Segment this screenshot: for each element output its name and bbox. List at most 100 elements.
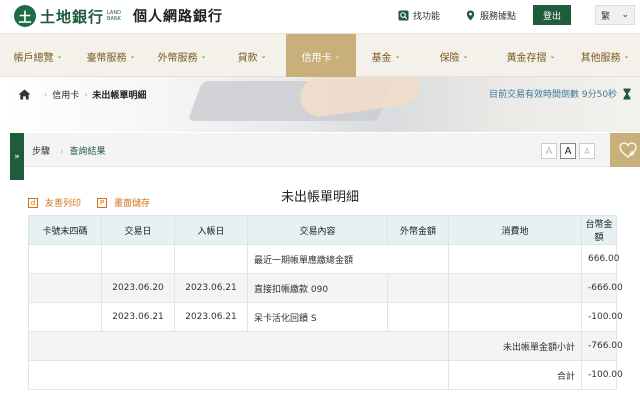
cell-twd-amount: -100.00 — [581, 302, 623, 332]
nav-label: 貸款 — [237, 52, 258, 64]
nav-label: 保險 — [439, 52, 460, 64]
table-row: 最近一期帳單應繳總金額 666.00 — [28, 244, 620, 274]
home-icon[interactable] — [18, 89, 31, 100]
cell-txn-date: 2023.06.21 — [101, 302, 175, 332]
session-timer: 目前交易有效時間倒數 9分50秒 — [489, 87, 631, 100]
step-current-label: 查詢結果 — [69, 147, 106, 157]
step-toggle-button[interactable]: » — [10, 133, 24, 180]
chevron-down-icon: ⌄ — [56, 52, 63, 60]
step-bar: » 步驟 › 查詢結果 A A A — [10, 133, 640, 180]
nav-label: 信用卡 — [301, 52, 332, 64]
main-nav: 帳戶總覽 ⌄ 臺幣服務 ⌄ 外幣服務 ⌄ 貸款 ⌄ 信用卡 ⌄ 基金 ⌄ 保險 ⌄ 黃金存摺 ⌄… — [0, 33, 640, 78]
bank-name: 土地銀行 — [40, 7, 105, 26]
cell-txn-date — [101, 244, 175, 274]
page-title: 未出帳單明細 — [280, 190, 359, 205]
save-label: 畫面儲存 — [114, 199, 151, 209]
breadcrumb: › 信用卡 › 未出帳單明細 — [18, 88, 146, 101]
logo-mark-icon: 土 — [14, 5, 36, 27]
cell-fx-amount — [387, 273, 449, 303]
cell-card — [28, 273, 102, 303]
location-pin-icon — [466, 10, 475, 21]
breadcrumb-item-current: 未出帳單明細 — [92, 91, 147, 101]
cell-description: 呆卡活化回饋 S — [247, 302, 388, 332]
cell-txn-date: 2023.06.20 — [101, 273, 175, 303]
nav-item-other-services[interactable]: 其他服務 ⌄ — [570, 34, 640, 78]
subtotal-value: -766.00 — [581, 331, 623, 361]
chevron-down-icon: ⌄ — [621, 10, 629, 20]
nav-item-accounts[interactable]: 帳戶總覽 ⌄ — [0, 34, 76, 78]
add-favorite-button[interactable] — [610, 133, 640, 167]
font-size-small-button[interactable]: A — [541, 143, 557, 159]
nav-label: 黃金存摺 — [506, 52, 547, 64]
save-screen-button[interactable]: P 畫面儲存 — [97, 196, 150, 209]
cell-post-date — [174, 244, 248, 274]
print-label: 友善列印 — [45, 199, 82, 209]
nav-item-gold-passbook[interactable]: 黃金存摺 ⌄ — [492, 34, 570, 78]
service-locations-link[interactable]: 服務據點 — [465, 9, 516, 22]
total-label: 合計 — [448, 360, 582, 390]
cell-description: 直接扣帳繳款 090 — [247, 273, 388, 303]
nav-label: 外幣服務 — [157, 52, 198, 64]
subtotal-label: 未出帳單金額小計 — [448, 331, 582, 361]
chevron-down-icon: ⌄ — [200, 52, 207, 60]
language-select[interactable]: 繁 ⌄ — [595, 5, 635, 25]
font-size-medium-button[interactable]: A — [560, 143, 576, 159]
nav-item-loans[interactable]: 貸款 ⌄ — [218, 34, 286, 78]
col-header-description: 交易內容 — [247, 215, 388, 245]
heart-plus-icon — [618, 142, 637, 158]
table-row: 2023.06.20 2023.06.21 直接扣帳繳款 090 -666.00 — [28, 273, 623, 303]
session-timer-text: 目前交易有效時間倒數 9分50秒 — [489, 90, 618, 100]
subtotal-spacer — [28, 331, 449, 361]
site-name: 個人網路銀行 — [133, 9, 224, 25]
bank-name-en: LAND BANK — [107, 10, 121, 22]
total-row: 合計 -100.00 — [28, 360, 623, 390]
col-header-fx-amount: 外幣金額 — [387, 215, 449, 245]
nav-item-credit-card[interactable]: 信用卡 ⌄ — [286, 34, 356, 78]
chevron-down-icon: ⌄ — [334, 52, 341, 60]
breadcrumb-separator: › — [44, 90, 48, 99]
hero-banner — [0, 77, 640, 132]
step-label: 步驟 — [32, 147, 51, 157]
chevron-down-icon: ⌄ — [394, 52, 401, 60]
bank-logo[interactable]: 土 土地銀行 LAND BANK 個人網路銀行 — [14, 5, 223, 27]
col-header-txn-date: 交易日 — [101, 215, 175, 245]
service-locations-label: 服務據點 — [480, 12, 517, 22]
nav-label: 帳戶總覽 — [13, 52, 54, 64]
breadcrumb-item-credit-card[interactable]: 信用卡 — [52, 88, 79, 101]
cell-place — [448, 302, 582, 332]
nav-item-twd-services[interactable]: 臺幣服務 ⌄ — [76, 34, 146, 78]
language-value: 繁 — [601, 11, 611, 22]
cell-place — [448, 273, 582, 303]
nav-label: 基金 — [371, 52, 392, 64]
nav-item-insurance[interactable]: 保險 ⌄ — [416, 34, 492, 78]
nav-item-fx-services[interactable]: 外幣服務 ⌄ — [146, 34, 218, 78]
col-header-post-date: 入帳日 — [174, 215, 248, 245]
font-size-large-button[interactable]: A — [579, 143, 595, 159]
cell-post-date: 2023.06.21 — [174, 273, 248, 303]
hourglass-icon — [623, 88, 631, 99]
chevron-down-icon: ⌄ — [623, 52, 630, 60]
cell-post-date: 2023.06.21 — [174, 302, 248, 332]
table-row: 2023.06.21 2023.06.21 呆卡活化回饋 S -100.00 — [28, 302, 623, 332]
cell-card — [28, 244, 102, 274]
chevron-down-icon: ⌄ — [549, 52, 556, 60]
nav-item-funds[interactable]: 基金 ⌄ — [356, 34, 416, 78]
breadcrumb-separator: › — [84, 90, 88, 99]
nav-label: 臺幣服務 — [86, 52, 127, 64]
logout-button[interactable]: 登出 — [533, 5, 571, 25]
col-header-place: 消費地 — [448, 215, 582, 245]
col-header-twd-amount: 台幣金額 — [581, 215, 617, 245]
find-function-link[interactable]: 找功能 — [398, 9, 440, 22]
cell-description: 最近一期帳單應繳總金額 — [247, 244, 449, 274]
table-header-row: 卡號末四碼 交易日 入帳日 交易內容 外幣金額 消費地 台幣金額 — [28, 215, 617, 245]
cell-card — [28, 302, 102, 332]
cell-place — [448, 244, 582, 274]
chevron-down-icon: ⌄ — [129, 52, 136, 60]
search-icon — [398, 10, 409, 21]
print-button[interactable]: d 友善列印 — [28, 196, 81, 209]
nav-label: 其他服務 — [580, 52, 621, 64]
chevron-down-icon: ⌄ — [462, 52, 469, 60]
total-value: -100.00 — [581, 360, 623, 390]
save-icon: P — [97, 197, 107, 208]
step-separator: › — [60, 147, 64, 157]
